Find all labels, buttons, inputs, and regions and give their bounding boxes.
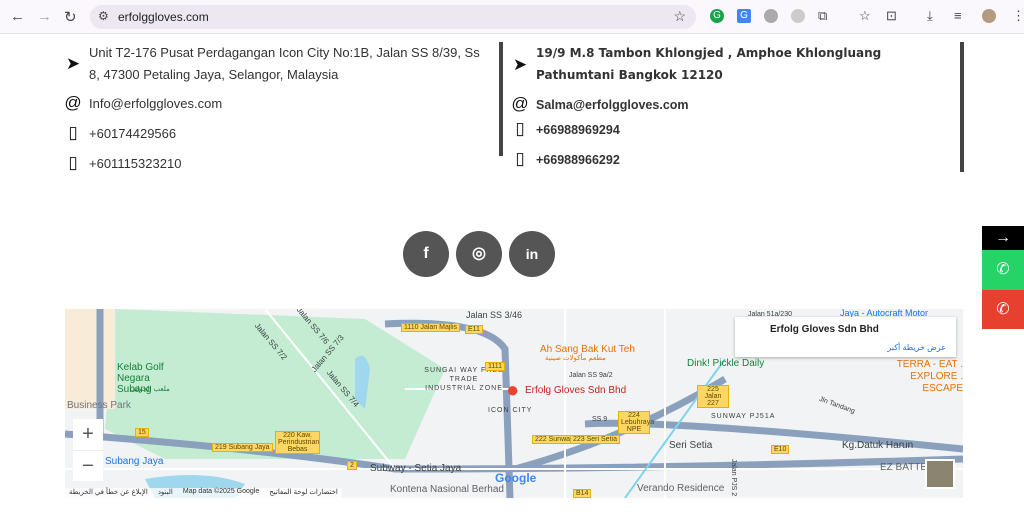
call-button[interactable]: ✆ xyxy=(982,290,1024,329)
menu-icon[interactable]: ⋮ xyxy=(1012,8,1024,24)
phone-icon: ▯ xyxy=(515,119,525,138)
linkedin-button[interactable]: in xyxy=(509,231,555,277)
map-label: TERRA - EAT . EXPLORE . ESCAPE xyxy=(896,359,963,394)
instagram-button[interactable]: ◎ xyxy=(456,231,502,277)
map-label: ICON CITY xyxy=(488,407,533,414)
map-label: Jalan SS 3/46 xyxy=(465,310,524,320)
road-shield: 219 Subang Jaya xyxy=(212,443,273,452)
screenshot-icon[interactable]: ⊡ xyxy=(886,8,897,24)
phone-icon: ▯ xyxy=(68,153,78,172)
divider xyxy=(499,42,503,156)
reload-button[interactable]: ↻ xyxy=(64,8,77,26)
profile-avatar[interactable] xyxy=(982,9,996,23)
map-data-text: Map data ©2025 Google xyxy=(182,488,260,495)
road-shield: E11 xyxy=(465,325,483,334)
address-bar[interactable]: ⚙ erfolggloves.com ☆ xyxy=(90,5,696,29)
view-larger-map-link[interactable]: عرض خريطة أكبر xyxy=(887,343,946,352)
site-settings-icon[interactable]: ⚙ xyxy=(98,9,109,23)
road-shield: E10 xyxy=(771,445,790,454)
grammarly-extension-icon[interactable]: G xyxy=(710,9,724,23)
map-marker-icon[interactable]: ● xyxy=(506,377,519,403)
road-shield: 224 Lebuhraya NPE xyxy=(618,411,654,434)
phone-icon: ▯ xyxy=(515,149,525,168)
extensions-puzzle-icon[interactable]: ⧉ xyxy=(818,8,827,24)
marker-label: Erfolg Gloves Sdn Bhd xyxy=(525,385,627,396)
email-left[interactable]: Info@erfolggloves.com xyxy=(89,93,222,115)
map-label: ملعب الجولف xyxy=(130,386,170,393)
whatsapp-button[interactable]: ✆ xyxy=(982,250,1024,290)
road-shield: 220 Kaw. Perindustrian Bebas xyxy=(275,431,320,454)
location-arrow-icon: ➤ xyxy=(65,54,81,73)
download-icon[interactable]: ⤓ xyxy=(927,8,933,24)
phone-icon: ▯ xyxy=(68,123,78,142)
map-label: SS 9 xyxy=(592,416,608,423)
url-text[interactable]: erfolggloves.com xyxy=(118,10,209,24)
phone-right-2[interactable]: +66988966292 xyxy=(536,149,620,171)
address-left: Unit T2-176 Pusat Perdagangan Icon City … xyxy=(89,45,480,82)
map-label: Jalan SS 9a/2 xyxy=(569,372,613,379)
arrow-button[interactable]: → xyxy=(982,226,1024,250)
map-label: SUNWAY PJ51A xyxy=(711,413,776,420)
map-label: Subang Jaya xyxy=(105,456,164,467)
zoom-out-button[interactable]: − xyxy=(73,450,103,481)
at-icon: @ xyxy=(511,94,529,113)
map-label: Verando Residence xyxy=(637,483,725,494)
road-shield: B14 xyxy=(573,489,592,498)
zoom-in-button[interactable]: + xyxy=(73,419,103,450)
back-button[interactable]: ← xyxy=(10,8,25,25)
google-logo: Google xyxy=(495,471,537,485)
road-shield: 225 Jalan 227 xyxy=(697,385,729,408)
phone-right-1[interactable]: +66988969294 xyxy=(536,119,620,141)
divider xyxy=(960,42,964,172)
road-shield: 1111 xyxy=(485,362,506,371)
map-label: Subway - Setia Jaya xyxy=(370,463,462,474)
report-error-link[interactable]: الإبلاغ عن خطأ في الخريطة xyxy=(69,488,148,498)
extension-icon[interactable] xyxy=(791,9,805,23)
satellite-toggle[interactable] xyxy=(925,459,955,489)
address-right: 19/9 M.8 Tambon Khlongjed , Amphoe Khlon… xyxy=(536,46,882,82)
at-icon: @ xyxy=(64,93,82,112)
road-shield: 1110 Jalan Majlis xyxy=(401,323,461,332)
location-arrow-icon: ➤ xyxy=(512,55,528,74)
facebook-button[interactable]: f xyxy=(403,231,449,277)
road-shield: 15 xyxy=(135,428,149,437)
browser-toolbar: ← → ↻ ⚙ erfolggloves.com ☆ G G ⧉ ☆ ⊡ ⤓ ≡… xyxy=(0,0,1024,34)
map-label: Jalan PJS 2 xyxy=(730,458,738,497)
place-title: Erfolg Gloves Sdn Bhd xyxy=(770,324,879,335)
map-label: Dink! Pickle Daily xyxy=(687,358,765,369)
translate-extension-icon[interactable]: G xyxy=(737,9,751,23)
phone-left-1[interactable]: +60174429566 xyxy=(89,123,176,145)
google-map[interactable]: Kelab Golf Negara Subang ملعب الجولف Bus… xyxy=(65,309,963,498)
email-right[interactable]: Salma@erfolggloves.com xyxy=(536,94,689,116)
place-card: Erfolg Gloves Sdn Bhd عرض خريطة أكبر xyxy=(735,317,956,357)
keyboard-shortcuts-link[interactable]: اختصارات لوحة المفاتيح xyxy=(269,488,338,498)
road-shield: 2 xyxy=(347,461,357,470)
map-label: Kg.Datuk Harun xyxy=(842,440,914,451)
map-label: Business Park xyxy=(67,400,131,411)
terms-link[interactable]: البنود xyxy=(158,488,173,498)
map-label: مطعم مأكولات صينية xyxy=(545,355,606,362)
map-label: Kontena Nasional Berhad xyxy=(390,484,504,495)
reading-list-icon[interactable]: ≡ xyxy=(954,8,962,23)
forward-button[interactable]: → xyxy=(37,8,52,25)
bookmarks-icon[interactable]: ☆ xyxy=(859,8,871,24)
map-label: Seri Setia xyxy=(669,440,713,451)
phone-left-2[interactable]: +601115323210 xyxy=(89,153,181,175)
globe-extension-icon[interactable] xyxy=(764,9,778,23)
road-shield: 223 Seri Setia xyxy=(570,435,620,444)
bookmark-star-icon[interactable]: ☆ xyxy=(673,8,686,25)
